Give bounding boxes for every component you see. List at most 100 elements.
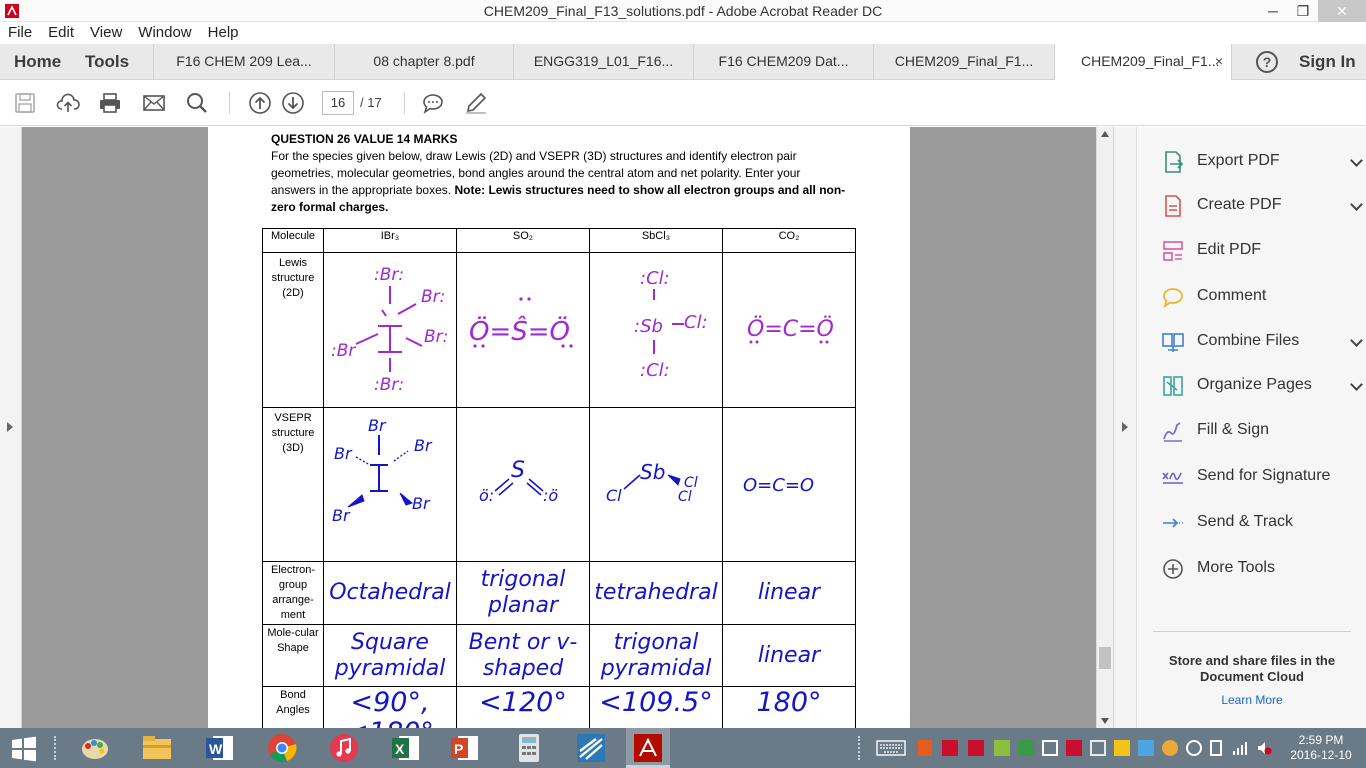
print-icon[interactable] <box>98 91 122 115</box>
volume-muted-icon[interactable] <box>1256 740 1272 756</box>
tool-edit-pdf[interactable]: Edit PDF <box>1161 236 1361 266</box>
chevron-down-icon[interactable] <box>1350 378 1363 391</box>
minimize-button[interactable]: ─ <box>1258 0 1288 22</box>
tray-app-icon[interactable] <box>1114 740 1130 756</box>
combine-files-icon <box>1162 333 1184 352</box>
lewis-so2-cell: Ö=Ŝ=Ö <box>456 252 590 408</box>
help-icon[interactable]: ? <box>1256 51 1278 73</box>
battery-icon[interactable] <box>1210 740 1222 756</box>
comment-icon[interactable] <box>421 91 445 115</box>
scroll-thumb[interactable] <box>1099 647 1111 669</box>
tool-export-pdf[interactable]: Export PDF <box>1161 147 1363 177</box>
chrome-app-icon[interactable] <box>265 731 299 765</box>
tray-app-icon[interactable] <box>994 740 1010 756</box>
tab-tools[interactable]: Tools <box>85 44 129 80</box>
email-icon[interactable] <box>142 91 166 115</box>
tool-label: Send for Signature <box>1197 467 1331 484</box>
adobe-tray-icon[interactable] <box>942 740 958 756</box>
keyboard-icon[interactable] <box>876 740 906 756</box>
scroll-up-icon[interactable] <box>1101 131 1109 137</box>
office-tray-icon[interactable] <box>918 740 932 756</box>
tool-label: Export PDF <box>1197 152 1280 169</box>
paint-app-icon[interactable] <box>78 731 112 765</box>
tool-label: Create PDF <box>1197 196 1282 213</box>
comment-icon <box>1163 288 1183 309</box>
excel-app-icon[interactable]: X <box>389 731 423 765</box>
learn-more-link[interactable]: Learn More <box>1153 693 1351 707</box>
tool-organize-pages[interactable]: Organize Pages <box>1161 371 1363 401</box>
calculator-app-icon[interactable] <box>512 731 546 765</box>
doc-tab[interactable]: F16 CHEM 209 Lea... <box>153 44 334 80</box>
tool-send-track[interactable]: Send & Track <box>1161 508 1361 538</box>
tray-app-icon[interactable] <box>1018 740 1034 756</box>
vertical-scrollbar[interactable] <box>1096 127 1113 728</box>
expand-left-icon <box>7 422 13 432</box>
scroll-down-icon[interactable] <box>1101 718 1109 724</box>
document-viewer[interactable]: QUESTION 26 VALUE 14 MARKS For the speci… <box>0 127 1136 728</box>
svg-text:Cl: Cl <box>678 489 692 505</box>
doc-tab[interactable]: F16 CHEM209 Dat... <box>693 44 873 80</box>
next-page-icon[interactable] <box>281 91 305 115</box>
pdf-page: QUESTION 26 VALUE 14 MARKS For the speci… <box>208 127 910 728</box>
chevron-down-icon[interactable] <box>1350 154 1363 167</box>
tool-create-pdf[interactable]: Create PDF <box>1161 191 1363 221</box>
tray-app-icon[interactable] <box>1162 740 1178 756</box>
tray-app-icon[interactable] <box>1138 740 1154 756</box>
menu-help[interactable]: Help <box>200 22 247 44</box>
tool-send-for-signature[interactable]: Send for Signature <box>1161 462 1361 492</box>
file-explorer-icon[interactable] <box>140 731 174 765</box>
search-icon[interactable] <box>185 91 209 115</box>
doc-tab[interactable]: 08 chapter 8.pdf <box>334 44 513 80</box>
table-header: Molecule <box>262 228 324 253</box>
right-panel-toggle[interactable] <box>1113 127 1136 728</box>
answer-text: <90°,<180° <box>346 687 434 729</box>
send-track-icon <box>1163 518 1183 528</box>
tray-app-icon[interactable] <box>1186 740 1202 756</box>
tab-close-icon[interactable]: × <box>1215 44 1223 79</box>
tool-label: Combine Files <box>1197 332 1300 349</box>
tray-app-icon[interactable] <box>1042 740 1058 756</box>
answer-text: linear <box>757 642 821 668</box>
clock-date: 2016-12-10 <box>1290 748 1352 762</box>
word-app-icon[interactable]: W <box>203 731 237 765</box>
chevron-down-icon[interactable] <box>1350 198 1363 211</box>
tray-app-icon[interactable] <box>1090 740 1106 756</box>
doc-tab[interactable]: ENGG319_L01_F16... <box>513 44 693 80</box>
save-icon[interactable] <box>13 91 37 115</box>
powerpoint-app-icon[interactable]: P <box>448 731 482 765</box>
close-button[interactable]: ✕ <box>1318 0 1366 22</box>
chevron-down-icon[interactable] <box>1350 334 1363 347</box>
doc-tab[interactable]: CHEM209_Final_F1... <box>873 44 1054 80</box>
vsepr-so2-cell: S ö: :ö <box>456 407 590 562</box>
tool-comment[interactable]: Comment <box>1161 282 1361 312</box>
window-title: CHEM209_Final_F13_solutions.pdf - Adobe … <box>483 3 883 19</box>
tray-app-icon[interactable] <box>1066 740 1082 756</box>
sign-in-button[interactable]: Sign In <box>1299 44 1356 80</box>
menu-edit[interactable]: Edit <box>40 22 82 44</box>
table-header: SO₂ <box>456 228 590 253</box>
menu-view[interactable]: View <box>82 22 130 44</box>
tool-more-tools[interactable]: More Tools <box>1161 554 1361 584</box>
doc-tab-active[interactable]: CHEM209_Final_F1... × <box>1054 44 1232 81</box>
tool-fill-sign[interactable]: Fill & Sign <box>1161 416 1361 446</box>
page-number-input[interactable]: 16 <box>322 91 354 115</box>
active-app-highlight[interactable] <box>626 728 670 768</box>
highlight-pen-icon[interactable] <box>464 91 488 115</box>
answer-cell: <109.5° <box>589 686 723 728</box>
tab-home[interactable]: Home <box>14 44 61 80</box>
menu-file[interactable]: File <box>0 22 40 44</box>
taskbar-clock[interactable]: 2:59 PM 2016-12-10 <box>1283 733 1359 763</box>
network-app-icon[interactable] <box>574 731 608 765</box>
windows-start-icon[interactable] <box>11 736 37 762</box>
wifi-signal-icon[interactable] <box>1232 740 1248 756</box>
upload-cloud-icon[interactable] <box>56 91 80 115</box>
tool-combine-files[interactable]: Combine Files <box>1161 327 1363 357</box>
adobe-updater-tray-icon[interactable] <box>968 740 984 756</box>
itunes-app-icon[interactable] <box>327 731 361 765</box>
menu-window[interactable]: Window <box>130 22 199 44</box>
previous-page-icon[interactable] <box>248 91 272 115</box>
answer-text: Bent or v-shaped <box>468 629 578 681</box>
restore-button[interactable]: ❐ <box>1288 0 1318 22</box>
left-panel-toggle[interactable] <box>0 127 22 728</box>
table-header: CO₂ <box>722 228 856 253</box>
